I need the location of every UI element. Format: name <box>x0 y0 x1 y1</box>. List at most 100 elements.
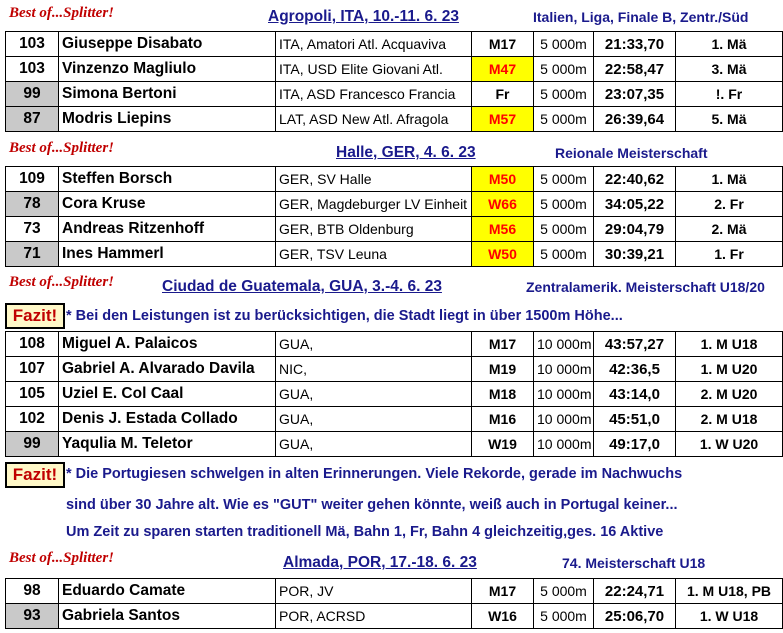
category-cell: W50 <box>471 241 534 267</box>
placement-cell: 1. M U18 <box>675 331 783 357</box>
club-cell: POR, JV <box>275 578 472 604</box>
bib-number-cell: 99 <box>5 431 59 457</box>
bib-number-cell: 73 <box>5 216 59 242</box>
bib-number-cell: 99 <box>5 81 59 107</box>
result-time-cell: 23:07,35 <box>593 81 676 107</box>
athlete-name-cell: Ines Hammerl <box>58 241 276 267</box>
note-line: * Die Portugiesen schwelgen in alten Eri… <box>66 466 683 482</box>
category-cell: M56 <box>471 216 534 242</box>
section-info: Reionale Meisterschaft <box>555 145 708 161</box>
club-cell: GER, Magdeburger LV Einheit <box>275 191 472 217</box>
section-header-agropoli: Best of...Splitter! Agropoli, ITA, 10.-1… <box>0 3 783 29</box>
table-row: 109 Steffen Borsch GER, SV Halle M50 5 000m 2… <box>5 166 783 192</box>
bib-number-cell: 98 <box>5 578 59 604</box>
athlete-name-cell: Denis J. Estada Collado <box>58 406 276 432</box>
placement-cell: 2. Mä <box>675 216 783 242</box>
fazit-badge: Fazit! <box>5 303 65 329</box>
athlete-name-cell: Steffen Borsch <box>58 166 276 192</box>
placement-cell: 2. M U18 <box>675 406 783 432</box>
best-of-splitter-label: Best of...Splitter! <box>9 5 115 21</box>
club-cell: ITA, Amatori Atl. Acquaviva <box>275 31 472 57</box>
placement-cell: 5. Mä <box>675 106 783 132</box>
results-table-guatemala: 108 Miguel A. Palaicos GUA, M17 10 000m 43:57… <box>5 331 783 457</box>
bib-number-cell: 93 <box>5 603 59 629</box>
table-row: 108 Miguel A. Palaicos GUA, M17 10 000m 43:57… <box>5 331 783 357</box>
distance-cell: 10 000m <box>533 331 594 357</box>
athlete-name-cell: Andreas Ritzenhoff <box>58 216 276 242</box>
result-time-cell: 43:57,27 <box>593 331 676 357</box>
distance-cell: 5 000m <box>533 56 594 82</box>
result-time-cell: 29:04,79 <box>593 216 676 242</box>
distance-cell: 10 000m <box>533 431 594 457</box>
category-cell: W16 <box>471 603 534 629</box>
club-cell: GUA, <box>275 381 472 407</box>
result-time-cell: 49:17,0 <box>593 431 676 457</box>
placement-cell: 3. Mä <box>675 56 783 82</box>
club-cell: ITA, USD Elite Giovani Atl. <box>275 56 472 82</box>
result-time-cell: 34:05,22 <box>593 191 676 217</box>
section-title: Almada, POR, 17.-18. 6. 23 <box>283 554 477 571</box>
athlete-name-cell: Giuseppe Disabato <box>58 31 276 57</box>
club-cell: GUA, <box>275 431 472 457</box>
section-header-almada: Best of...Splitter! Almada, POR, 17.-18.… <box>0 547 783 575</box>
section-header-halle: Best of...Splitter! Halle, GER, 4. 6. 23… <box>0 137 783 165</box>
result-time-cell: 22:40,62 <box>593 166 676 192</box>
results-table-almada: 98 Eduardo Camate POR, JV M17 5 000m 22:24,71… <box>5 578 783 629</box>
bib-number-cell: 71 <box>5 241 59 267</box>
results-table-agropoli: 103 Giuseppe Disabato ITA, Amatori Atl. Ac… <box>5 31 783 132</box>
table-row: 103 Giuseppe Disabato ITA, Amatori Atl. Ac… <box>5 31 783 57</box>
table-row: 102 Denis J. Estada Collado GUA, M16 10 000m… <box>5 406 783 432</box>
results-page: Best of...Splitter! Agropoli, ITA, 10.-1… <box>0 0 783 633</box>
placement-cell: 1. W U20 <box>675 431 783 457</box>
placement-cell: !. Fr <box>675 81 783 107</box>
category-cell: M50 <box>471 166 534 192</box>
result-time-cell: 26:39,64 <box>593 106 676 132</box>
club-cell: GUA, <box>275 331 472 357</box>
result-time-cell: 30:39,21 <box>593 241 676 267</box>
table-row: 99 Yaqulia M. Teletor GUA, W19 10 000m 49:17,… <box>5 431 783 457</box>
athlete-name-cell: Yaqulia M. Teletor <box>58 431 276 457</box>
athlete-name-cell: Vinzenzo Magliulo <box>58 56 276 82</box>
best-of-splitter-label: Best of...Splitter! <box>9 550 115 566</box>
result-time-cell: 22:24,71 <box>593 578 676 604</box>
result-time-cell: 25:06,70 <box>593 603 676 629</box>
table-row: 87 Modris Liepins LAT, ASD New Atl. Afrago… <box>5 106 783 132</box>
distance-cell: 5 000m <box>533 31 594 57</box>
athlete-name-cell: Modris Liepins <box>58 106 276 132</box>
distance-cell: 5 000m <box>533 603 594 629</box>
placement-cell: 1. W U18 <box>675 603 783 629</box>
table-row: 99 Simona Bertoni ITA, ASD Francesco Franc… <box>5 81 783 107</box>
bib-number-cell: 102 <box>5 406 59 432</box>
bib-number-cell: 87 <box>5 106 59 132</box>
distance-cell: 5 000m <box>533 578 594 604</box>
best-of-splitter-label: Best of...Splitter! <box>9 274 115 290</box>
placement-cell: 2. M U20 <box>675 381 783 407</box>
section-title: Ciudad de Guatemala, GUA, 3.-4. 6. 23 <box>162 278 442 295</box>
placement-cell: 1. M U20 <box>675 356 783 382</box>
result-time-cell: 43:14,0 <box>593 381 676 407</box>
category-cell: W66 <box>471 191 534 217</box>
table-row: 93 Gabriela Santos POR, ACRSD W16 5 000m 25:0… <box>5 603 783 629</box>
bib-number-cell: 78 <box>5 191 59 217</box>
table-row: 78 Cora Kruse GER, Magdeburger LV Einheit W… <box>5 191 783 217</box>
fazit-badge: Fazit! <box>5 462 65 488</box>
table-row: 107 Gabriel A. Alvarado Davila NIC, M19 10 0… <box>5 356 783 382</box>
club-cell: GER, TSV Leuna <box>275 241 472 267</box>
table-row: 73 Andreas Ritzenhoff GER, BTB Oldenburg M5… <box>5 216 783 242</box>
category-cell: M17 <box>471 578 534 604</box>
result-time-cell: 22:58,47 <box>593 56 676 82</box>
category-cell: Fr <box>471 81 534 107</box>
club-cell: ITA, ASD Francesco Francia <box>275 81 472 107</box>
section-info: Zentralamerik. Meisterschaft U18/20 <box>526 279 765 295</box>
distance-cell: 5 000m <box>533 216 594 242</box>
category-cell: M57 <box>471 106 534 132</box>
distance-cell: 5 000m <box>533 81 594 107</box>
category-cell: M16 <box>471 406 534 432</box>
athlete-name-cell: Uziel E. Col Caal <box>58 381 276 407</box>
placement-cell: 1. Mä <box>675 31 783 57</box>
result-time-cell: 42:36,5 <box>593 356 676 382</box>
club-cell: LAT, ASD New Atl. Afragola <box>275 106 472 132</box>
athlete-name-cell: Gabriela Santos <box>58 603 276 629</box>
distance-cell: 5 000m <box>533 166 594 192</box>
distance-cell: 10 000m <box>533 356 594 382</box>
